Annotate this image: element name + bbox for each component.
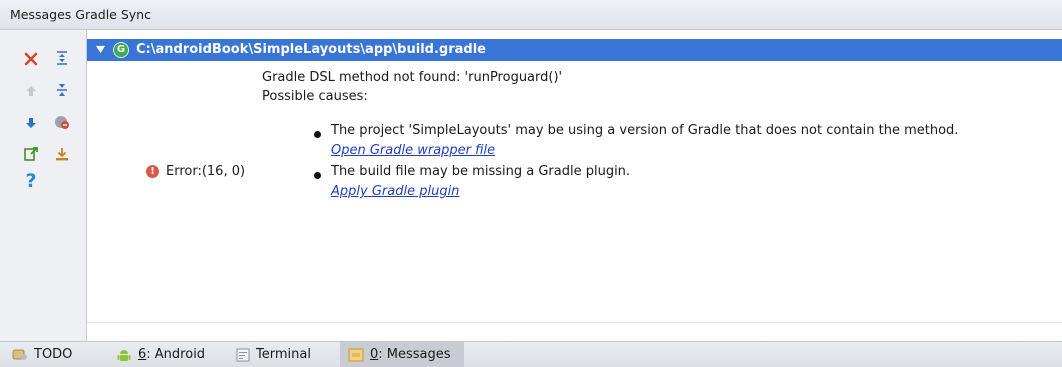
todo-icon	[12, 348, 28, 362]
gradle-file-icon: G	[113, 42, 129, 58]
bullet-1	[314, 131, 321, 138]
export-icon[interactable]	[20, 143, 42, 165]
help-icon[interactable]: ?	[20, 170, 42, 192]
messages-toolbar: ?	[0, 30, 87, 341]
tool-window-title-bar: Messages Gradle Sync	[0, 0, 1062, 30]
cause-2: The build file may be missing a Gradle p…	[331, 164, 631, 179]
tab-todo-label: TODO	[34, 347, 73, 362]
tool-window-title: Messages Gradle Sync	[10, 7, 151, 22]
autoscroll-icon[interactable]	[51, 143, 73, 165]
tab-android-label: : Android	[146, 347, 206, 362]
possible-causes-label: Possible causes:	[262, 89, 368, 104]
tab-messages-label: : Messages	[378, 347, 451, 362]
up-arrow-icon[interactable]	[20, 80, 42, 102]
close-icon[interactable]	[20, 48, 42, 70]
messages-tree: G C:\androidBook\SimpleLayouts\app\build…	[87, 30, 1062, 341]
tab-todo[interactable]: TODO	[12, 342, 72, 367]
messages-tool-window: Messages Gradle Sync ? G C:\androidBook\…	[0, 0, 1062, 367]
tab-android-number: 6	[138, 347, 147, 362]
tab-messages-number: 0	[370, 347, 379, 362]
messages-icon	[348, 348, 364, 362]
expand-arrow-icon[interactable]	[96, 45, 105, 54]
expand-all-icon[interactable]	[51, 47, 73, 69]
cause-1: The project 'SimpleLayouts' may be using…	[331, 123, 959, 138]
down-arrow-icon[interactable]	[20, 112, 42, 134]
tab-terminal[interactable]: Terminal	[236, 342, 311, 367]
bullet-2	[314, 172, 321, 179]
error-filter-icon[interactable]	[51, 111, 73, 133]
tree-row-build-gradle[interactable]: G C:\androidBook\SimpleLayouts\app\build…	[87, 39, 1062, 61]
error-icon: !	[146, 164, 159, 178]
tab-android[interactable]: 6: Android	[116, 342, 205, 367]
terminal-icon	[236, 348, 250, 362]
collapse-all-icon[interactable]	[51, 79, 73, 101]
tab-messages[interactable]: 0: Messages	[340, 342, 464, 367]
android-icon	[116, 347, 132, 363]
error-message-line: Gradle DSL method not found: 'runProguar…	[262, 70, 563, 85]
apply-gradle-plugin-link[interactable]: Apply Gradle plugin	[331, 184, 459, 199]
tab-terminal-label: Terminal	[256, 347, 311, 362]
tool-window-tab-bar: TODO 6: Android Terminal 0: Messages	[0, 341, 1062, 367]
open-gradle-wrapper-link[interactable]: Open Gradle wrapper file	[331, 143, 495, 158]
horizontal-scrollbar-track[interactable]	[87, 322, 1062, 323]
file-path: C:\androidBook\SimpleLayouts\app\build.g…	[136, 42, 486, 57]
error-location[interactable]: ! Error:(16, 0)	[146, 162, 245, 180]
error-position: Error:(16, 0)	[166, 163, 246, 179]
